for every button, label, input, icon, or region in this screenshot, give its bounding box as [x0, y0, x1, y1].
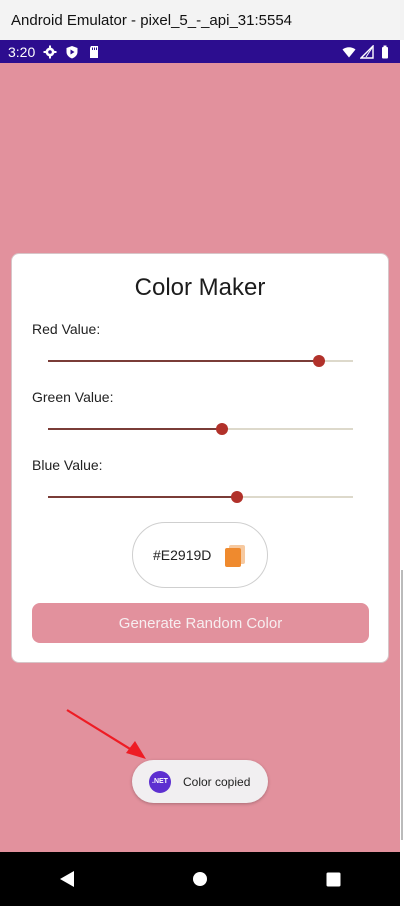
hex-value-pill: #E2919D: [132, 522, 268, 588]
blue-slider[interactable]: [48, 487, 353, 507]
home-icon[interactable]: [185, 864, 215, 894]
copy-icon[interactable]: [223, 544, 247, 568]
battery-icon: [378, 45, 392, 59]
slider-thumb[interactable]: [313, 355, 326, 367]
slider-thumb[interactable]: [215, 423, 228, 435]
red-slider[interactable]: [48, 351, 353, 371]
red-value-label: Red Value:: [32, 321, 101, 337]
slider-fill: [48, 360, 320, 362]
status-time: 3:20: [8, 43, 36, 60]
gear-icon: [43, 45, 57, 59]
window-title: Android Emulator - pixel_5_-_api_31:5554: [11, 11, 293, 29]
back-icon[interactable]: [52, 864, 82, 894]
phone-screen: 3:20 Color Maker Red Value: Green Value:…: [0, 40, 400, 906]
emulator-title-bar: Android Emulator - pixel_5_-_api_31:5554: [0, 0, 404, 40]
generate-button-label: Generate Random Color: [118, 614, 283, 632]
green-slider[interactable]: [48, 419, 353, 439]
dotnet-logo-icon: .NET: [149, 770, 171, 793]
recents-icon[interactable]: [318, 864, 348, 894]
status-bar: 3:20: [0, 40, 400, 63]
slider-thumb[interactable]: [231, 491, 244, 503]
generate-random-color-button[interactable]: Generate Random Color: [32, 603, 369, 643]
hex-value: #E2919D: [153, 547, 212, 563]
app-content: Color Maker Red Value: Green Value: Blue…: [0, 63, 400, 852]
toast-message: Color copied: [183, 774, 251, 789]
navigation-bar: [0, 852, 400, 906]
slider-fill: [48, 428, 222, 430]
color-maker-card: Color Maker Red Value: Green Value: Blue…: [11, 253, 389, 663]
play-protect-icon: [65, 45, 79, 59]
green-value-label: Green Value:: [32, 389, 114, 405]
page-title: Color Maker: [134, 274, 266, 301]
toast-notification: .NET Color copied: [132, 760, 268, 803]
emulator-side-scroll: [401, 570, 403, 840]
dotnet-badge-text: .NET: [152, 778, 168, 785]
blue-value-label: Blue Value:: [32, 457, 103, 473]
signal-icon: [360, 44, 374, 59]
wifi-icon: [342, 45, 356, 59]
slider-fill: [48, 496, 238, 498]
sd-card-icon: [87, 45, 101, 59]
